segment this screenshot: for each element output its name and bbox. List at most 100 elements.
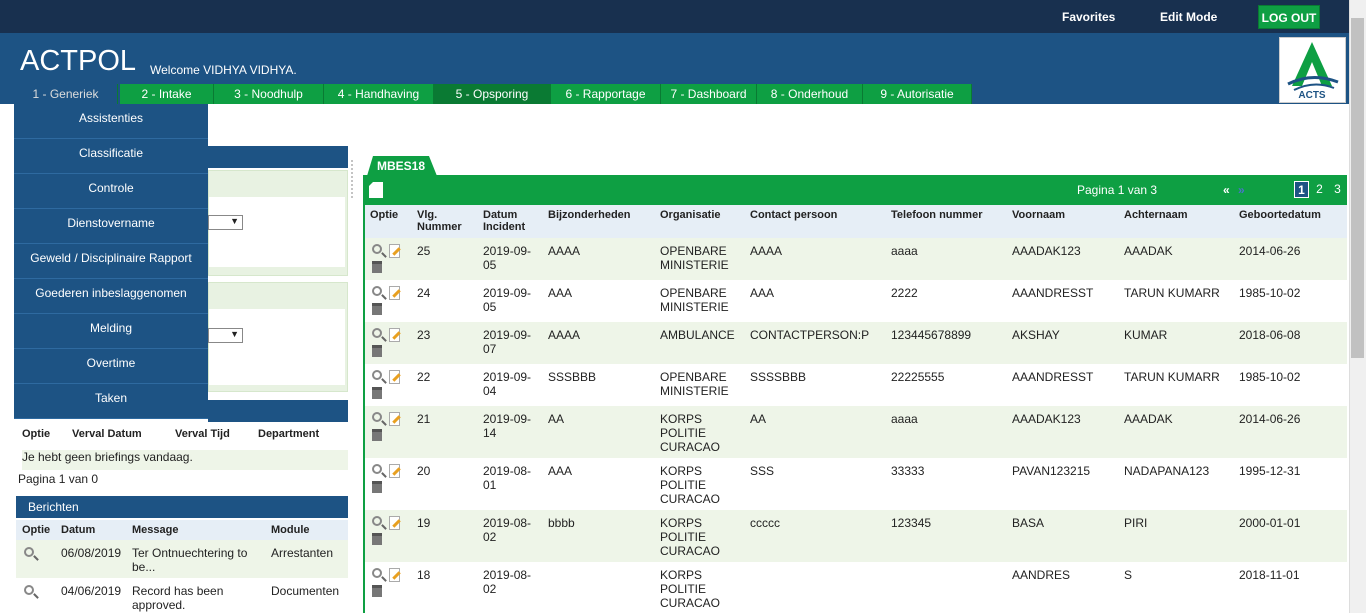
first-page-button[interactable]: « <box>1223 183 1230 197</box>
tab-generiek[interactable]: 1 - Generiek <box>14 84 118 104</box>
cell-achternaam: KUMAR <box>1124 328 1168 342</box>
cell-org: OPENBARE MINISTERIE <box>660 286 729 314</box>
tab-noodhulp[interactable]: 3 - Noodhulp <box>214 84 324 104</box>
menu-item-overtime[interactable]: Overtime <box>14 349 208 384</box>
tab-onderhoud[interactable]: 8 - Onderhoud <box>757 84 863 104</box>
select-1[interactable]: ▼ <box>208 215 243 230</box>
view-icon[interactable] <box>372 286 382 296</box>
tab-rapportage[interactable]: 6 - Rapportage <box>551 84 661 104</box>
delete-icon[interactable] <box>372 429 382 441</box>
view-icon[interactable] <box>372 568 382 578</box>
cell-achternaam: NADAPANA123 <box>1124 464 1210 478</box>
edit-icon[interactable] <box>389 516 400 530</box>
cell-achternaam: S <box>1124 568 1133 582</box>
row-options <box>370 412 406 444</box>
mbes-table-row: 23 2019-09-07 AAAA AMBULANCE CONTACTPERSON:P… <box>365 322 1347 364</box>
tab-handhaving[interactable]: 4 - Handhaving <box>324 84 434 104</box>
col-geboortedatum: Geboortedatum <box>1239 209 1321 221</box>
tab-autorisatie[interactable]: 9 - Autorisatie <box>863 84 972 104</box>
col-datum-incident: Datum Incident <box>483 209 526 233</box>
edit-icon[interactable] <box>389 286 400 300</box>
edit-mode-link[interactable]: Edit Mode <box>1160 10 1217 24</box>
delete-icon[interactable] <box>372 387 382 399</box>
row-options <box>370 328 406 360</box>
row-options <box>370 568 406 600</box>
edit-icon[interactable] <box>389 244 400 258</box>
col-module: Module <box>271 524 310 536</box>
menu-item-dienstovername[interactable]: Dienstovername <box>14 209 208 244</box>
edit-icon[interactable] <box>389 328 400 342</box>
col-voornaam: Voornaam <box>1012 209 1065 221</box>
page-1-button[interactable]: 1 <box>1294 181 1309 198</box>
cell-achternaam: AAADAK <box>1124 412 1173 426</box>
col-verval-tijd: Verval Tijd <box>175 428 230 440</box>
cell-geb: 2018-06-08 <box>1239 328 1301 342</box>
tab-dashboard[interactable]: 7 - Dashboard <box>661 84 757 104</box>
cell-geb: 1995-12-31 <box>1239 464 1301 478</box>
col-department: Department <box>258 428 320 440</box>
col-bijzonderheden: Bijzonderheden <box>548 209 631 221</box>
bericht-row: 06/08/2019 Ter Ontnuechtering to be... A… <box>16 540 348 578</box>
cell-datum: 2019-09-04 <box>483 370 532 398</box>
export-icon[interactable] <box>369 182 383 198</box>
row-options <box>370 516 406 548</box>
view-icon[interactable] <box>372 516 382 526</box>
edit-icon[interactable] <box>389 568 400 582</box>
view-icon[interactable] <box>372 412 382 422</box>
scrollbar-thumb[interactable] <box>1351 18 1364 358</box>
view-icon[interactable] <box>24 585 34 595</box>
page-3-button[interactable]: 3 <box>1330 181 1345 198</box>
menu-item-controle[interactable]: Controle <box>14 174 208 209</box>
mbes-table-row: 21 2019-09-14 AA KORPS POLITIE CURACAO AA aaa… <box>365 406 1347 458</box>
cell-bijz: AA <box>548 412 565 426</box>
cell-tel: 22225555 <box>891 370 945 384</box>
delete-icon[interactable] <box>372 303 382 315</box>
delete-icon[interactable] <box>372 585 382 597</box>
edit-icon[interactable] <box>389 464 400 478</box>
cell-voornaam: AAADAK123 <box>1012 412 1081 426</box>
menu-item-assistenties[interactable]: Assistenties <box>14 104 208 139</box>
cell-geb: 2014-06-26 <box>1239 244 1301 258</box>
generiek-dropdown-menu: Assistenties Classificatie Controle Dien… <box>14 104 208 419</box>
tab-mbes18[interactable]: MBES18 <box>367 156 437 176</box>
cell-achternaam: AAADAK <box>1124 244 1173 258</box>
tab-intake[interactable]: 2 - Intake <box>120 84 214 104</box>
row-options <box>370 370 406 402</box>
view-icon[interactable] <box>372 328 382 338</box>
delete-icon[interactable] <box>372 345 382 357</box>
mbes-table-header: Optie Vlg. Nummer Datum Incident Bijzond… <box>365 205 1347 238</box>
cell-achternaam: TARUN KUMARR <box>1124 286 1220 300</box>
favorites-link[interactable]: Favorites <box>1062 10 1115 24</box>
select-2[interactable]: ▼ <box>208 328 243 343</box>
cell-tel: 33333 <box>891 464 925 478</box>
berichten-columns: Optie Datum Message Module <box>16 520 348 540</box>
menu-item-melding[interactable]: Melding <box>14 314 208 349</box>
delete-icon[interactable] <box>372 533 382 545</box>
view-icon[interactable] <box>372 370 382 380</box>
splitter-handle[interactable] <box>350 160 355 200</box>
menu-item-goederen[interactable]: Goederen inbeslaggenomen <box>14 279 208 314</box>
cell-org: KORPS POLITIE CURACAO <box>660 568 721 610</box>
bericht-module: Documenten <box>271 584 340 598</box>
view-icon[interactable] <box>372 464 382 474</box>
menu-item-classificatie[interactable]: Classificatie <box>14 139 208 174</box>
briefings-pagina: Pagina 1 van 0 <box>18 472 99 486</box>
logout-button[interactable]: LOG OUT <box>1258 5 1320 29</box>
menu-item-taken[interactable]: Taken <box>14 384 208 419</box>
edit-icon[interactable] <box>389 412 400 426</box>
tab-opsporing[interactable]: 5 - Opsporing <box>434 84 551 104</box>
left-strip <box>0 104 14 419</box>
menu-item-geweld[interactable]: Geweld / Disciplinaire Rapport <box>14 244 208 279</box>
prev-page-button[interactable]: » <box>1238 183 1245 197</box>
cell-geb: 2014-06-26 <box>1239 412 1301 426</box>
delete-icon[interactable] <box>372 481 382 493</box>
view-icon[interactable] <box>24 547 34 557</box>
edit-icon[interactable] <box>389 370 400 384</box>
view-icon[interactable] <box>372 244 382 254</box>
cell-datum: 2019-09-07 <box>483 328 532 356</box>
cell-vlg: 25 <box>417 244 431 258</box>
cell-datum: 2019-09-14 <box>483 412 532 440</box>
page-2-button[interactable]: 2 <box>1312 181 1327 198</box>
cell-achternaam: TARUN KUMARR <box>1124 370 1220 384</box>
delete-icon[interactable] <box>372 261 382 273</box>
